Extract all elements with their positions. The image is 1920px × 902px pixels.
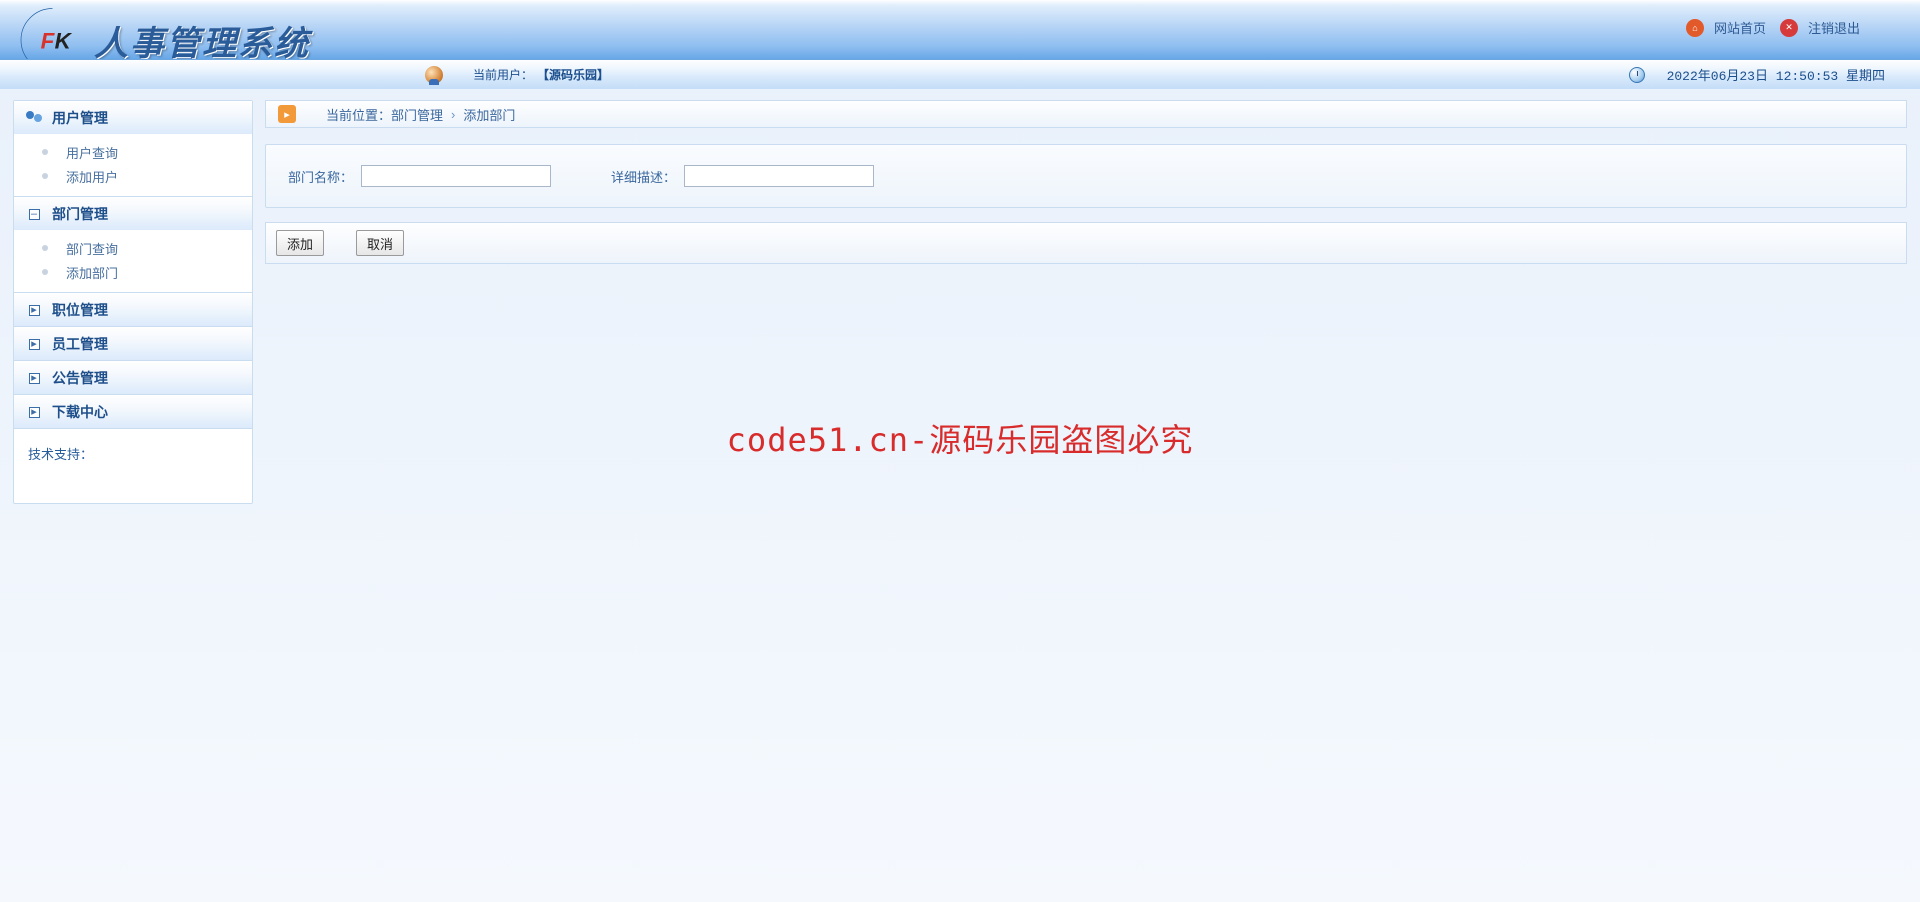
sidebar-item-user-query[interactable]: 用户查询 xyxy=(14,140,252,164)
add-button[interactable]: 添加 xyxy=(276,230,324,256)
home-label: 网站首页 xyxy=(1714,18,1766,37)
sidebar-head-users-label: 用户管理 xyxy=(52,108,108,128)
app-header: F K 人事管理系统 ⌂ 网站首页 ✕ 注销退出 当前用户： 【源码乐园】 20… xyxy=(0,0,1920,89)
avatar-icon xyxy=(425,66,443,84)
back-icon[interactable]: ▸ xyxy=(278,105,296,123)
sidebar-head-employee[interactable]: ▸ 员工管理 xyxy=(14,327,252,360)
crumb-prefix: 当前位置： xyxy=(326,105,391,124)
sidebar-item-dept-add[interactable]: 添加部门 xyxy=(14,260,252,284)
sidebar-item-dept-query[interactable]: 部门查询 xyxy=(14,236,252,260)
layout: 用户管理 用户查询 添加用户 – 部门管理 部门查询 添加部门 ▸ 职位管理 xyxy=(0,89,1920,504)
sidebar-head-notice[interactable]: ▸ 公告管理 xyxy=(14,361,252,394)
close-icon: ✕ xyxy=(1780,19,1798,37)
sidebar-head-users[interactable]: 用户管理 xyxy=(14,101,252,134)
sidebar-footer: 技术支持： xyxy=(14,429,252,503)
toggle-icon: ▸ xyxy=(26,371,42,385)
toggle-icon: ▸ xyxy=(26,405,42,419)
cur-user-label: 当前用户： xyxy=(473,66,533,83)
top-links: ⌂ 网站首页 ✕ 注销退出 xyxy=(1686,18,1860,37)
toggle-icon: ▸ xyxy=(26,337,42,351)
sidebar: 用户管理 用户查询 添加用户 – 部门管理 部门查询 添加部门 ▸ 职位管理 xyxy=(13,100,253,504)
logout-link[interactable]: ✕ 注销退出 xyxy=(1780,18,1860,37)
cur-user-name: 【源码乐园】 xyxy=(537,66,609,83)
sidebar-item-user-add[interactable]: 添加用户 xyxy=(14,164,252,188)
logo-text: 人事管理系统 xyxy=(94,16,310,65)
crumb-sep: › xyxy=(451,107,455,122)
toggle-icon: ▸ xyxy=(26,303,42,317)
svg-text:F: F xyxy=(41,28,56,53)
home-icon: ⌂ xyxy=(1686,19,1704,37)
cancel-button[interactable]: 取消 xyxy=(356,230,404,256)
sidebar-head-position[interactable]: ▸ 职位管理 xyxy=(14,293,252,326)
datetime: 2022年06月23日 12:50:53 星期四 xyxy=(1667,65,1885,84)
dept-name-input[interactable] xyxy=(361,165,551,187)
sidebar-head-download[interactable]: ▸ 下载中心 xyxy=(14,395,252,428)
button-row: 添加 取消 xyxy=(265,222,1907,264)
sidebar-head-dept-label: 部门管理 xyxy=(52,204,108,224)
crumb-b: 添加部门 xyxy=(463,105,515,124)
breadcrumb: ▸ 当前位置： 部门管理 › 添加部门 xyxy=(265,100,1907,128)
svg-text:K: K xyxy=(55,28,73,53)
toggle-icon: – xyxy=(26,207,42,221)
home-link[interactable]: ⌂ 网站首页 xyxy=(1686,18,1766,37)
dept-desc-label: 详细描述： xyxy=(611,167,676,186)
topbar: 当前用户： 【源码乐园】 2022年06月23日 12:50:53 星期四 xyxy=(0,59,1920,89)
dept-name-label: 部门名称： xyxy=(288,167,353,186)
crumb-a[interactable]: 部门管理 xyxy=(391,105,443,124)
sidebar-head-dept[interactable]: – 部门管理 xyxy=(14,197,252,230)
dept-desc-input[interactable] xyxy=(684,165,874,187)
form-panel: 部门名称： 详细描述： xyxy=(265,144,1907,208)
logout-label: 注销退出 xyxy=(1808,18,1860,37)
clock-area: 2022年06月23日 12:50:53 星期四 xyxy=(1629,65,1885,84)
main: ▸ 当前位置： 部门管理 › 添加部门 部门名称： 详细描述： 添加 取消 xyxy=(265,100,1907,504)
users-icon xyxy=(26,111,42,125)
clock-icon xyxy=(1629,67,1645,83)
